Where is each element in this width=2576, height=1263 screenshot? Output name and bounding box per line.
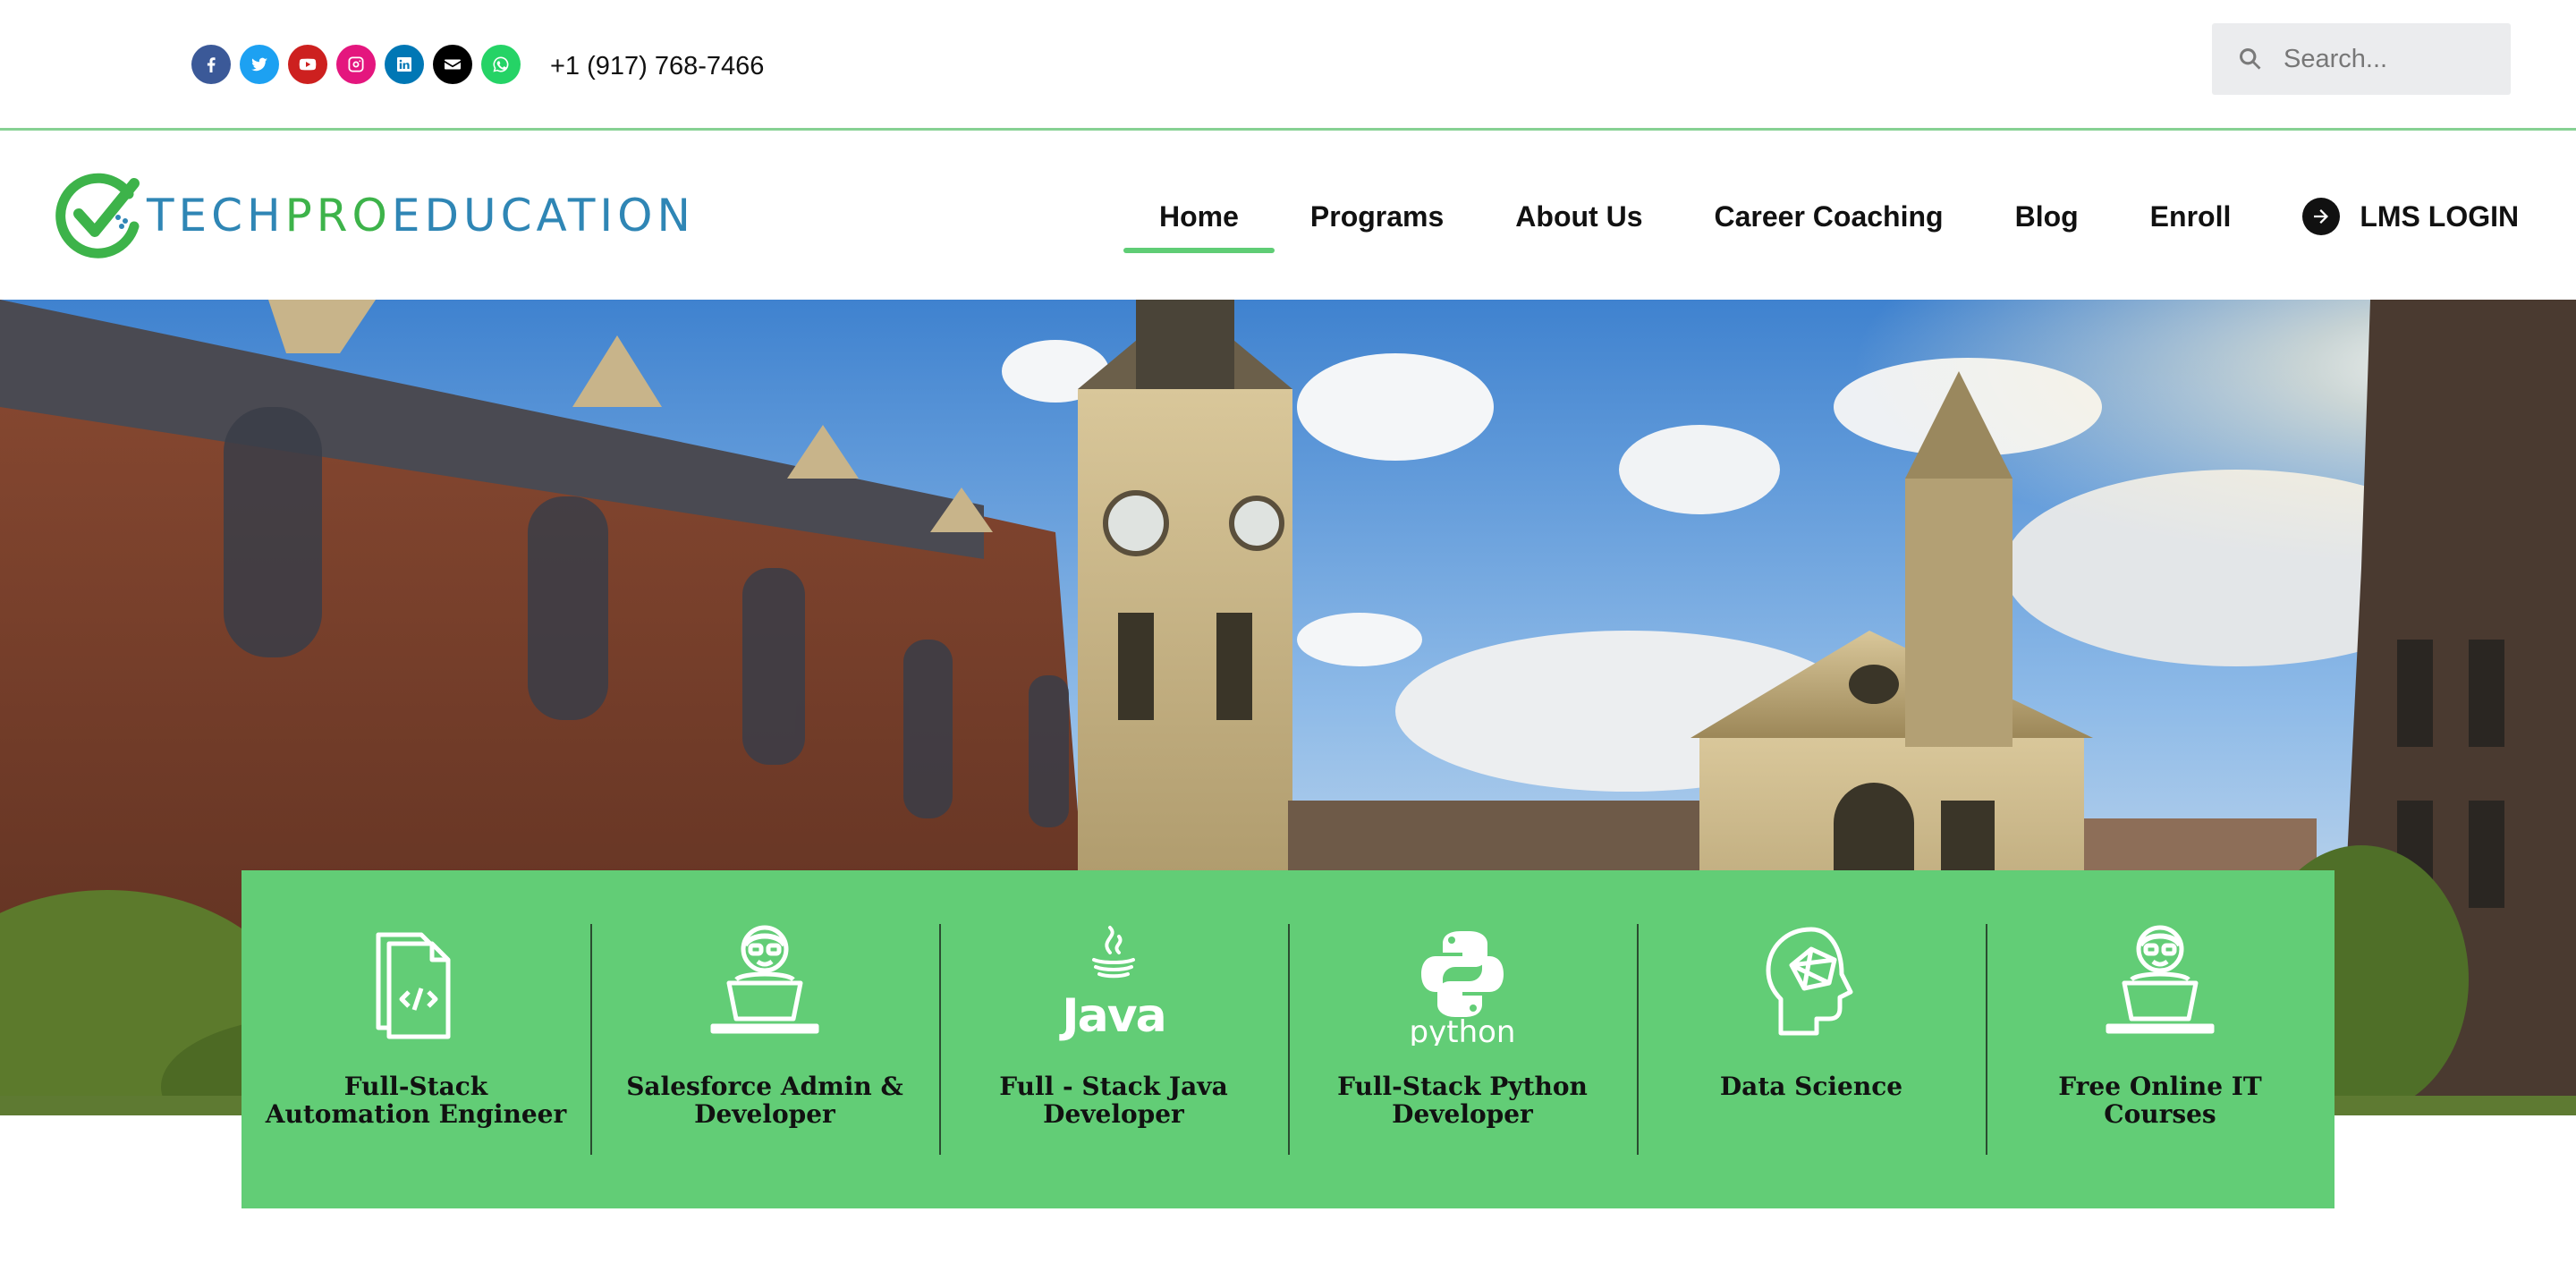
java-logo-icon: Java bbox=[1059, 926, 1167, 1043]
youtube-link[interactable] bbox=[288, 45, 327, 84]
facebook-link[interactable] bbox=[191, 45, 231, 84]
twitter-link[interactable] bbox=[240, 45, 279, 84]
program-card-java[interactable]: Java Full - Stack Java Developer bbox=[939, 870, 1288, 1208]
program-card-free-courses[interactable]: Free Online IT Courses bbox=[1986, 870, 2334, 1208]
logo-wordmark: TECHPROEDUCATION bbox=[147, 190, 695, 242]
program-label: Data Science bbox=[1719, 1072, 1903, 1101]
program-label: Salesforce Admin & Developer bbox=[626, 1072, 903, 1130]
lms-login-button[interactable]: LMS LOGIN bbox=[2302, 198, 2519, 235]
main-nav: Home Programs About Us Career Coaching B… bbox=[1123, 133, 2519, 300]
linkedin-link[interactable] bbox=[385, 45, 424, 84]
nav-blog[interactable]: Blog bbox=[1979, 133, 2114, 300]
whatsapp-link[interactable] bbox=[481, 45, 521, 84]
checkmark-logo-icon bbox=[55, 173, 140, 259]
programs-band: Full-Stack Automation Engineer Salesforc… bbox=[242, 870, 2334, 1208]
nav-programs[interactable]: Programs bbox=[1275, 133, 1479, 300]
logo-part-education: EDUCATION bbox=[391, 190, 695, 242]
linkedin-icon bbox=[397, 57, 411, 72]
search-input[interactable] bbox=[2284, 44, 2498, 74]
arrow-circle-right-icon bbox=[2302, 198, 2341, 235]
search-box[interactable] bbox=[2212, 23, 2511, 95]
whatsapp-icon bbox=[493, 56, 509, 72]
top-bar: +1 (917) 768-7466 bbox=[0, 0, 2576, 131]
program-label: Full-Stack Python Developer bbox=[1337, 1072, 1588, 1130]
program-label: Full - Stack Java Developer bbox=[999, 1072, 1228, 1130]
phone-number[interactable]: +1 (917) 768-7466 bbox=[550, 52, 764, 81]
nav-career-coaching[interactable]: Career Coaching bbox=[1679, 133, 1979, 300]
program-label: Free Online IT Courses bbox=[2058, 1072, 2262, 1130]
instagram-icon bbox=[348, 56, 364, 72]
code-document-icon bbox=[376, 932, 451, 1039]
logo-part-tech: TECH bbox=[147, 190, 285, 242]
social-links bbox=[191, 45, 521, 84]
logo-part-pro: PRO bbox=[284, 190, 392, 242]
nav-about-us[interactable]: About Us bbox=[1479, 133, 1678, 300]
svg-text:Java: Java bbox=[1059, 989, 1165, 1043]
twitter-icon bbox=[251, 57, 267, 72]
brain-head-icon bbox=[1766, 927, 1853, 1036]
svg-text:python: python bbox=[1410, 1014, 1516, 1046]
python-logo-icon: python bbox=[1410, 931, 1516, 1046]
nav-home[interactable]: Home bbox=[1123, 133, 1275, 300]
developer-laptop-icon bbox=[2106, 925, 2215, 1034]
lms-login-label: LMS LOGIN bbox=[2360, 199, 2520, 233]
program-card-python[interactable]: python Full-Stack Python Developer bbox=[1288, 870, 1637, 1208]
search-icon bbox=[2240, 47, 2261, 70]
youtube-icon bbox=[299, 58, 317, 71]
facebook-icon bbox=[207, 57, 216, 72]
instagram-link[interactable] bbox=[336, 45, 376, 84]
program-card-data-science[interactable]: Data Science bbox=[1637, 870, 1986, 1208]
program-label: Full-Stack Automation Engineer bbox=[265, 1072, 567, 1130]
email-link[interactable] bbox=[433, 45, 472, 84]
envelope-icon bbox=[445, 59, 461, 70]
main-header: TECHPROEDUCATION Home Programs About Us … bbox=[0, 133, 2576, 300]
site-logo[interactable]: TECHPROEDUCATION bbox=[52, 167, 695, 264]
program-card-automation[interactable]: Full-Stack Automation Engineer bbox=[242, 870, 590, 1208]
nav-enroll[interactable]: Enroll bbox=[2114, 133, 2267, 300]
program-card-salesforce[interactable]: Salesforce Admin & Developer bbox=[590, 870, 939, 1208]
developer-laptop-icon bbox=[710, 925, 819, 1034]
